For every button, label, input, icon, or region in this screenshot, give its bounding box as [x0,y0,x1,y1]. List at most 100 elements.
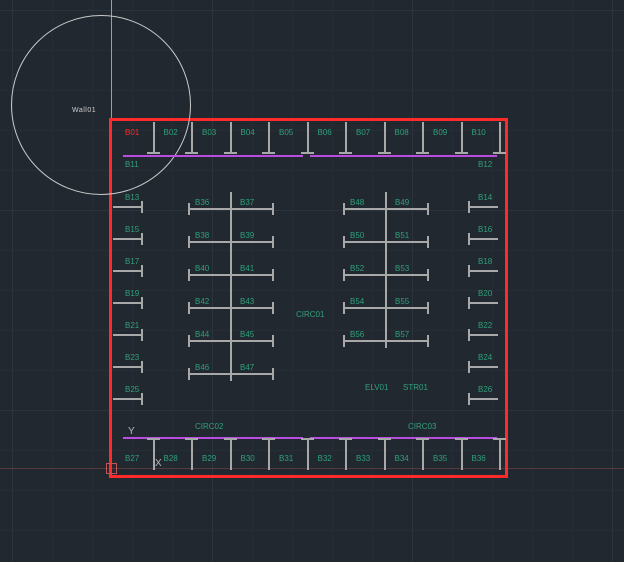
lbl-b50: B50 [350,231,364,240]
lbl-b28: B28 [164,454,178,463]
bot-tick-cap [147,438,160,440]
cluster-endcap [427,335,429,347]
cluster-endcap [427,269,429,281]
cluster-endcap [272,335,274,347]
cluster-endcap [427,236,429,248]
lbl-b55: B55 [395,297,409,306]
lbl-b21: B21 [125,321,139,330]
lbl-b20: B20 [478,289,492,298]
axis-x-label: X [155,458,162,469]
lbl-b41: B41 [240,264,254,273]
top-tick-cap [262,152,275,154]
lbl-b17: B17 [125,257,139,266]
lbl-b04: B04 [241,128,255,137]
bot-tick [422,440,424,470]
cluster-endcap [343,302,345,314]
cluster-endcap [272,269,274,281]
top-tick-cap [455,152,468,154]
cluster-endcap [188,335,190,347]
cluster-crossbar [190,241,272,243]
lbl-b32: B32 [318,454,332,463]
right-stub-cap [468,265,470,277]
lbl-b48: B48 [350,198,364,207]
cluster-endcap [188,269,190,281]
lbl-b54: B54 [350,297,364,306]
lbl-b42: B42 [195,297,209,306]
left-stub-cap [141,201,143,213]
lbl-b22: B22 [478,321,492,330]
lbl-b44: B44 [195,330,209,339]
left-stub [113,238,141,240]
lbl-b25: B25 [125,385,139,394]
right-stub-cap [468,393,470,405]
cluster-spine [385,192,387,348]
lbl-b07: B07 [356,128,370,137]
bot-tick-cap [224,438,237,440]
top-tick-cap [416,152,429,154]
lbl-b14: B14 [478,193,492,202]
right-stub [470,398,498,400]
right-stub-cap [468,233,470,245]
right-stub-cap [468,297,470,309]
top-tick-cap [493,152,506,154]
cluster-crossbar [345,340,427,342]
right-stub [470,270,498,272]
cluster-endcap [188,368,190,380]
right-stub [470,302,498,304]
left-stub-cap [141,361,143,373]
bot-tick [191,440,193,470]
lbl-b24: B24 [478,353,492,362]
left-stub [113,334,141,336]
left-stub-cap [141,265,143,277]
right-stub-cap [468,201,470,213]
wall-label: Wall01 [72,107,96,114]
lbl-b13: B13 [125,193,139,202]
left-stub [113,206,141,208]
cluster-crossbar [190,340,272,342]
floorplan-border [109,118,508,478]
bot-tick [268,440,270,470]
lbl-circ02: CIRC02 [195,422,223,431]
lbl-b26: B26 [478,385,492,394]
top-tick [384,122,386,152]
lbl-b06: B06 [318,128,332,137]
cluster-crossbar [345,307,427,309]
lbl-b09: B09 [433,128,447,137]
lbl-b19: B19 [125,289,139,298]
lbl-b23: B23 [125,353,139,362]
lbl-b18: B18 [478,257,492,266]
top-tick [307,122,309,152]
top-tick [268,122,270,152]
lbl-b53: B53 [395,264,409,273]
cluster-spine [230,192,232,381]
bot-tick [461,440,463,470]
cluster-endcap [188,302,190,314]
cluster-crossbar [345,274,427,276]
lbl-b39: B39 [240,231,254,240]
cad-canvas[interactable]: Wall01 Y X B01B02B03B04B05B06B07B08B09B1… [0,0,624,562]
top-tick [191,122,193,152]
lbl-b34: B34 [395,454,409,463]
cluster-endcap [343,335,345,347]
lbl-b30: B30 [241,454,255,463]
right-stub-cap [468,329,470,341]
top-tick-cap [185,152,198,154]
top-tick [345,122,347,152]
axis-y-label: Y [128,426,135,437]
lbl-b27: B27 [125,454,139,463]
lbl-b47: B47 [240,363,254,372]
cluster-crossbar [345,208,427,210]
lbl-b10: B10 [472,128,486,137]
top-tick [499,122,501,152]
top-tick-cap [147,152,160,154]
left-stub-cap [141,297,143,309]
lbl-b40: B40 [195,264,209,273]
bot-tick [153,440,155,470]
lbl-b35: B35 [433,454,447,463]
cluster-endcap [343,203,345,215]
cluster-endcap [343,236,345,248]
bot-tick [230,440,232,470]
lbl-b08: B08 [395,128,409,137]
lbl-b36: B36 [472,454,486,463]
lbl-b46: B46 [195,363,209,372]
